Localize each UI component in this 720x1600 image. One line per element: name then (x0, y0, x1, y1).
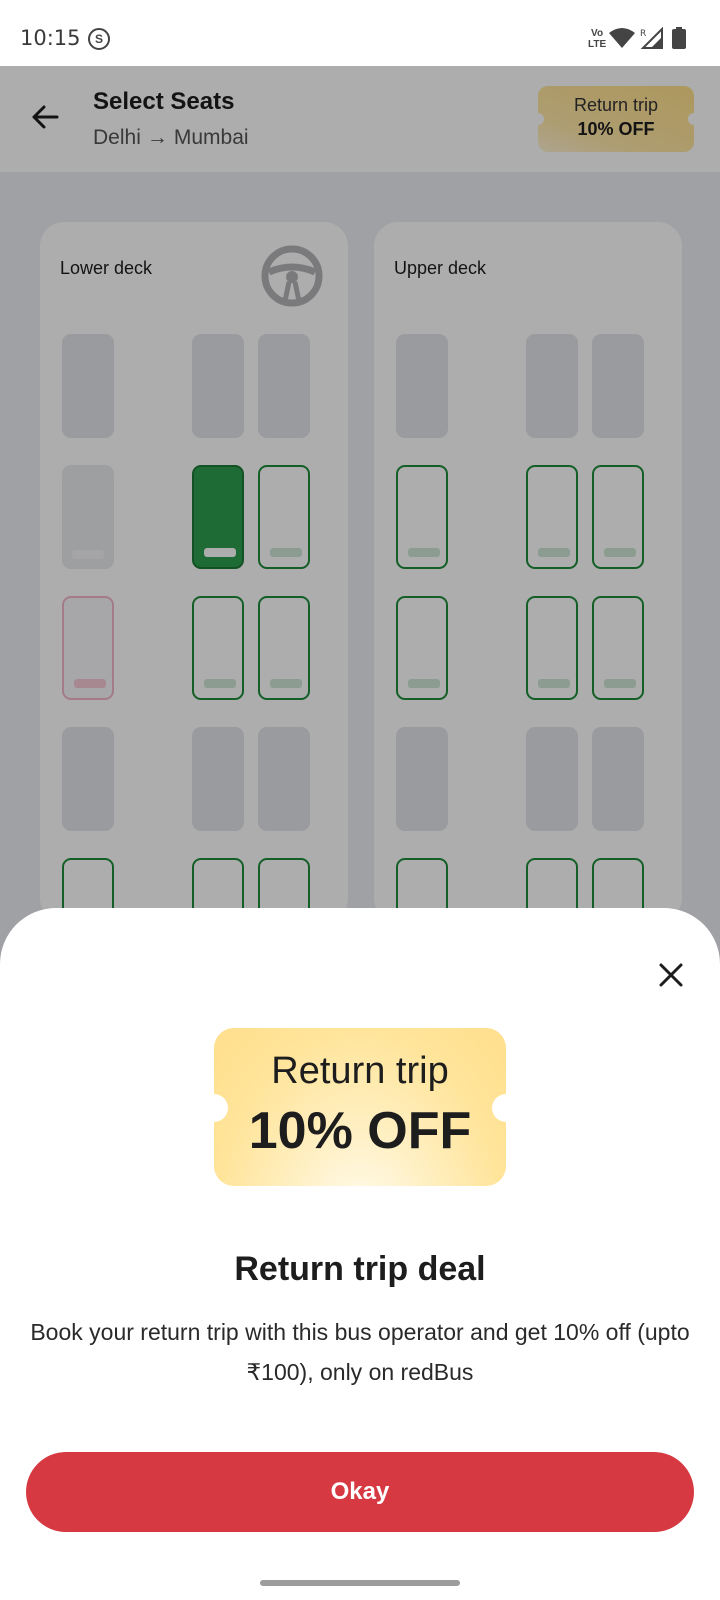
okay-button[interactable]: Okay (26, 1452, 694, 1532)
roaming-indicator: R (640, 29, 646, 39)
return-trip-ticket: Return trip 10% OFF (200, 1028, 520, 1186)
sync-icon: S (88, 28, 110, 50)
status-time: 10:15 (20, 26, 81, 50)
status-bar: 10:15 S Vo LTE R (0, 0, 720, 66)
wifi-icon (609, 28, 635, 48)
close-icon[interactable] (658, 962, 684, 988)
sheet-description: Book your return trip with this bus oper… (30, 1319, 690, 1385)
ticket-discount: 10% OFF (248, 1102, 472, 1160)
battery-icon (672, 27, 686, 49)
ticket-label: Return trip (271, 1050, 449, 1092)
volte-icon: Vo LTE (588, 28, 607, 50)
signal-icon: R (640, 27, 663, 49)
sheet-title: Return trip deal (234, 1250, 486, 1288)
return-trip-deal-sheet: Return trip 10% OFF Return trip deal Boo… (0, 908, 720, 1600)
home-indicator[interactable] (260, 1580, 460, 1586)
